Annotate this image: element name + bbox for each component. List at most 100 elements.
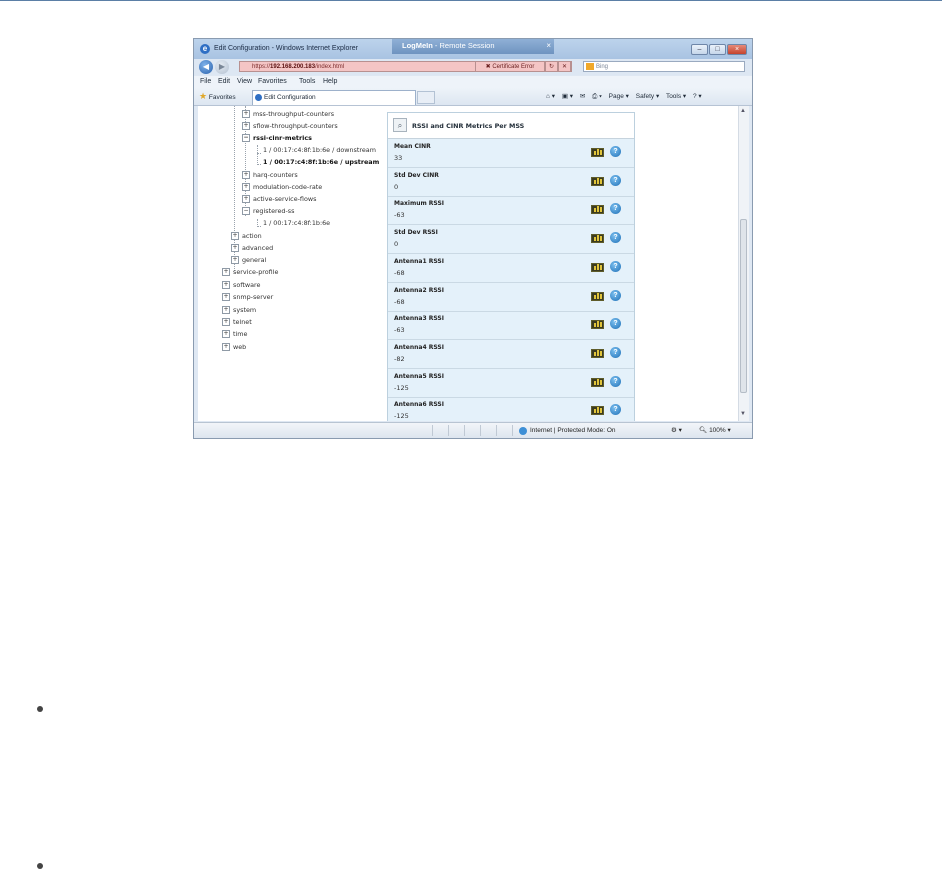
restore-button[interactable]: □: [709, 44, 726, 55]
expand-icon[interactable]: +: [222, 281, 230, 289]
stop-icon[interactable]: ✕: [558, 61, 571, 72]
help-icon[interactable]: ?: [610, 346, 621, 358]
status-divider: [496, 425, 497, 436]
tree-item-active-service-flows[interactable]: + active-service-flows: [242, 195, 316, 204]
metric-label: Maximum RSSI: [394, 200, 445, 208]
back-button[interactable]: ◀: [199, 60, 213, 74]
session-close-icon[interactable]: ×: [546, 39, 551, 52]
menu-file[interactable]: File: [200, 76, 211, 88]
expand-icon[interactable]: +: [222, 268, 230, 276]
help-icon[interactable]: ?: [610, 375, 621, 387]
tree-item-time[interactable]: + time: [222, 330, 247, 339]
expand-icon[interactable]: +: [222, 306, 230, 314]
vertical-scrollbar[interactable]: ▲ ▼: [738, 106, 749, 421]
remote-session-tab[interactable]: LogMeIn - Remote Session ×: [392, 39, 554, 54]
menu-tools[interactable]: Tools: [299, 76, 315, 88]
expand-icon[interactable]: +: [242, 110, 250, 118]
tree-item-software[interactable]: + software: [222, 281, 260, 290]
expand-icon[interactable]: +: [242, 171, 250, 179]
search-input[interactable]: Bing: [583, 61, 745, 72]
browser-screenshot: e Edit Configuration - Windows Internet …: [193, 38, 753, 439]
certificate-error-button[interactable]: ✖ Certificate Error: [475, 61, 545, 72]
magnifier-icon[interactable]: ⌕: [393, 118, 407, 132]
safety-menu[interactable]: Safety ▾: [636, 93, 660, 100]
mail-icon[interactable]: ✉: [580, 93, 585, 100]
security-icon[interactable]: ⚙ ▾: [671, 423, 682, 438]
expand-icon[interactable]: +: [242, 183, 250, 191]
config-tree: + mss-throughput-counters + sflow-throughp…: [198, 106, 386, 421]
expand-icon[interactable]: +: [222, 343, 230, 351]
minimize-button[interactable]: –: [691, 44, 708, 55]
tree-item-service-profile[interactable]: + service-profile: [222, 268, 278, 277]
scroll-up-icon[interactable]: ▲: [740, 108, 746, 114]
chart-icon[interactable]: [591, 377, 604, 387]
tree-item-advanced[interactable]: + advanced: [231, 244, 273, 253]
chart-icon[interactable]: [591, 234, 604, 244]
tree-item-action[interactable]: + action: [231, 232, 262, 241]
scrollbar-thumb[interactable]: [740, 219, 747, 393]
expand-icon[interactable]: +: [231, 232, 239, 240]
tools-menu[interactable]: Tools ▾: [666, 93, 686, 100]
zoom-control[interactable]: 🔍︎ 100% ▾: [699, 423, 731, 438]
expand-icon[interactable]: +: [231, 244, 239, 252]
menu-edit[interactable]: Edit: [218, 76, 230, 88]
tree-item-sflow-throughput-counters[interactable]: + sflow-throughput-counters: [242, 122, 338, 131]
tree-item-label: sflow-throughput-counters: [253, 122, 338, 130]
tree-item-upstream[interactable]: 1 / 00:17:c4:8f:1b:6e / upstream: [263, 158, 379, 167]
tree-item-harq-counters[interactable]: + harq-counters: [242, 171, 298, 180]
expand-icon[interactable]: +: [222, 330, 230, 338]
tree-item-mss-throughput-counters[interactable]: + mss-throughput-counters: [242, 110, 334, 119]
expand-icon[interactable]: +: [242, 195, 250, 203]
tree-item-web[interactable]: + web: [222, 343, 246, 352]
collapse-icon[interactable]: −: [242, 207, 250, 215]
help-icon[interactable]: ?: [610, 318, 621, 330]
chart-icon[interactable]: [591, 291, 604, 301]
help-icon[interactable]: ?: [610, 146, 621, 157]
expand-icon[interactable]: +: [242, 122, 250, 130]
metric-label: Std Dev CINR: [394, 171, 439, 179]
tree-item-registered-ss[interactable]: − registered-ss: [242, 207, 294, 216]
tree-item-snmp-server[interactable]: + snmp-server: [222, 293, 273, 302]
favorites-button[interactable]: ★ Favorites: [199, 91, 236, 103]
help-menu[interactable]: ? ▾: [693, 93, 702, 100]
collapse-icon[interactable]: −: [242, 134, 250, 142]
scroll-down-icon[interactable]: ▼: [740, 411, 746, 417]
expand-icon[interactable]: +: [222, 318, 230, 326]
chart-icon[interactable]: [591, 205, 604, 215]
tree-item-rssi-cinr-metrics[interactable]: − rssi-cinr-metrics: [242, 134, 312, 143]
menu-favorites[interactable]: Favorites: [258, 76, 287, 88]
chart-icon[interactable]: [591, 320, 604, 330]
print-icon[interactable]: ⎙ ▾: [592, 93, 602, 100]
help-icon[interactable]: ?: [610, 260, 621, 272]
chart-icon[interactable]: [591, 406, 604, 416]
tree-item-downstream[interactable]: 1 / 00:17:c4:8f:1b:6e / downstream: [263, 146, 376, 155]
metric-value: -68: [394, 268, 405, 277]
chart-icon[interactable]: [591, 148, 604, 157]
page-menu[interactable]: Page ▾: [609, 93, 629, 100]
chart-icon[interactable]: [591, 262, 604, 272]
chart-icon[interactable]: [591, 348, 604, 358]
help-icon[interactable]: ?: [610, 289, 621, 301]
tree-item-general[interactable]: + general: [231, 256, 266, 265]
help-icon[interactable]: ?: [610, 203, 621, 215]
chart-icon[interactable]: [591, 176, 604, 186]
tree-item-modulation-code-rate[interactable]: + modulation-code-rate: [242, 183, 322, 192]
tab-label: Edit Configuration: [264, 94, 316, 101]
home-icon[interactable]: ⌂ ▾: [546, 93, 555, 100]
menu-view[interactable]: View: [237, 76, 252, 88]
refresh-icon[interactable]: ↻: [545, 61, 558, 72]
expand-icon[interactable]: +: [231, 256, 239, 264]
menu-help[interactable]: Help: [323, 76, 337, 88]
help-icon[interactable]: ?: [610, 174, 621, 186]
feeds-icon[interactable]: ▣ ▾: [562, 93, 573, 100]
tree-item-system[interactable]: + system: [222, 306, 256, 315]
close-button[interactable]: ×: [727, 44, 747, 55]
tree-item-registered-ss-entry[interactable]: 1 / 00:17:c4:8f:1b:6e: [263, 219, 330, 228]
help-icon[interactable]: ?: [610, 404, 621, 416]
help-icon[interactable]: ?: [610, 232, 621, 244]
expand-icon[interactable]: +: [222, 293, 230, 301]
tree-item-telnet[interactable]: + telnet: [222, 318, 252, 327]
forward-button[interactable]: ▶: [215, 60, 229, 74]
tab-edit-configuration[interactable]: Edit Configuration: [252, 90, 416, 105]
new-tab-button[interactable]: [417, 91, 435, 104]
